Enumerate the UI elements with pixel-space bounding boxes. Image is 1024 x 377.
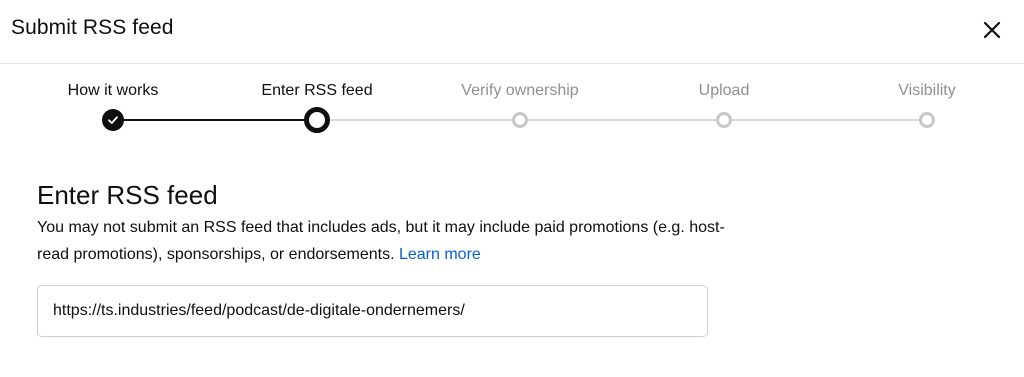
step-dot-verify-ownership xyxy=(512,112,528,128)
step-dot-enter-rss-feed[interactable] xyxy=(304,107,330,133)
stepper-track-done xyxy=(113,119,317,121)
step-dot-how-it-works[interactable] xyxy=(102,109,124,131)
step-label-upload: Upload xyxy=(698,82,750,99)
step-dot-upload xyxy=(716,112,732,128)
checkmark-icon xyxy=(108,116,118,124)
description-text: You may not submit an RSS feed that incl… xyxy=(37,214,737,268)
close-button[interactable] xyxy=(974,12,1010,48)
step-label-how-it-works[interactable]: How it works xyxy=(68,82,159,100)
rss-feed-url-input[interactable] xyxy=(37,285,708,337)
stepper-track-pending xyxy=(317,119,929,121)
step-label-verify-ownership: Verify ownership xyxy=(461,82,579,99)
section-heading: Enter RSS feed xyxy=(37,180,218,210)
close-icon xyxy=(983,21,1001,39)
progress-stepper: How it works Enter RSS feed Verify owner… xyxy=(0,64,1024,154)
step-label-enter-rss-feed[interactable]: Enter RSS feed xyxy=(261,82,372,100)
learn-more-link[interactable]: Learn more xyxy=(399,246,481,263)
dialog-title: Submit RSS feed xyxy=(11,16,174,39)
dialog-header: Submit RSS feed xyxy=(0,0,1024,64)
description-body: You may not submit an RSS feed that incl… xyxy=(37,219,725,263)
step-dot-visibility xyxy=(919,112,935,128)
step-label-visibility: Visibility xyxy=(898,82,956,99)
